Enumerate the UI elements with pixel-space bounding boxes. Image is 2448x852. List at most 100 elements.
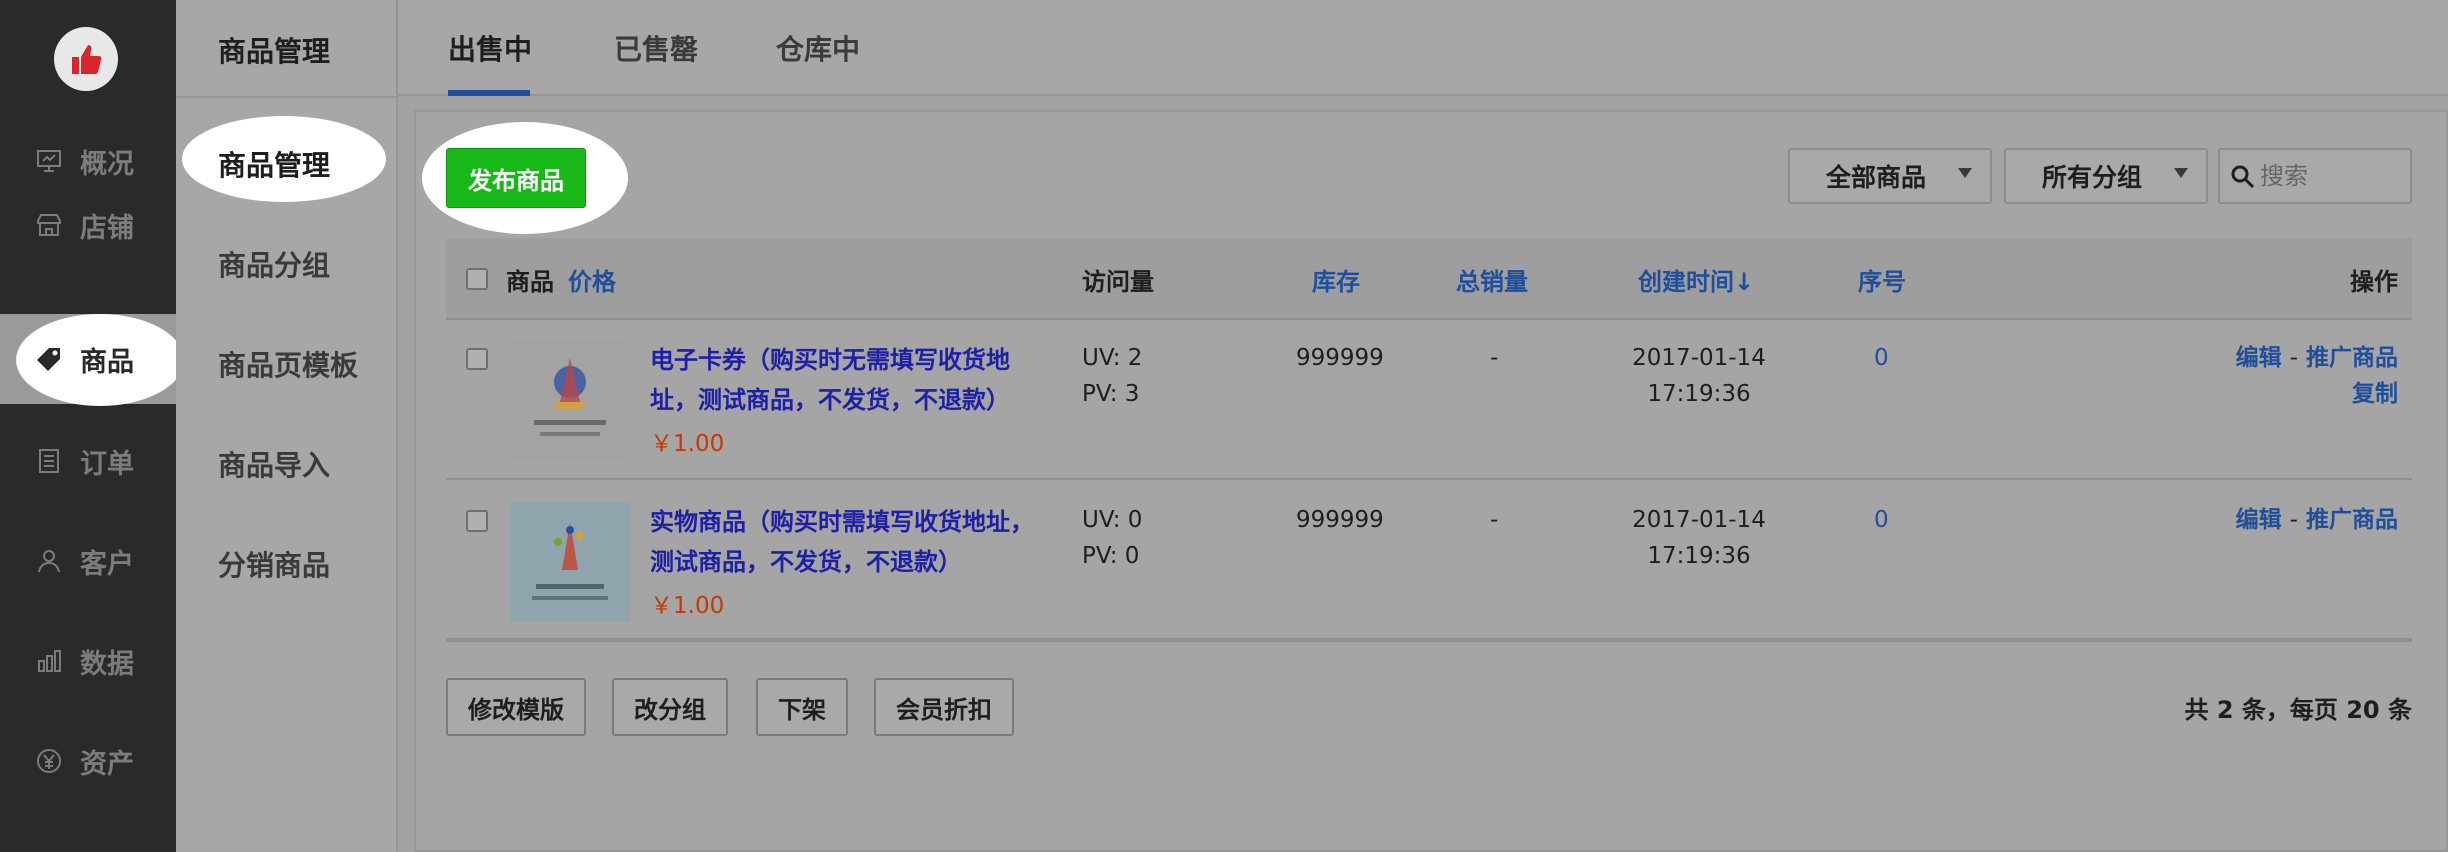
caret-down-icon (2174, 168, 2188, 178)
copy-link[interactable]: 复制 (2352, 381, 2398, 407)
change-group-button[interactable]: 改分组 (612, 678, 728, 736)
tab-active-indicator (448, 90, 530, 96)
product-filter-select[interactable]: 全部商品 (1788, 148, 1992, 204)
product-price: ￥1.00 (650, 431, 725, 457)
row-checkbox[interactable] (466, 348, 488, 370)
sales-value: - (1490, 345, 1499, 371)
take-offshelf-button[interactable]: 下架 (756, 678, 848, 736)
nav-item-data[interactable]: 数据 (0, 616, 176, 706)
table-row: 电子卡券（购买时无需填写收货地址，测试商品，不发货，不退款） ￥1.00 UV:… (446, 320, 2412, 480)
subnav-item-groups[interactable]: 商品分组 (218, 244, 330, 284)
col-order-sort[interactable]: 序号 (1858, 262, 1906, 297)
divider (176, 96, 398, 98)
app: 概况 店铺 商品 订单 客户 数据 资产 商品管理 商品管理 商品分组 商品页模… (0, 0, 2448, 852)
change-template-button[interactable]: 修改模版 (446, 678, 586, 736)
edit-link[interactable]: 编辑 (2236, 507, 2282, 533)
pv-value: PV: 3 (1082, 381, 1140, 407)
search-box[interactable] (2218, 148, 2412, 204)
stock-value: 999999 (1296, 345, 1384, 371)
table-header: 商品 价格 访问量 库存 总销量 创建时间↓ 序号 操作 (446, 238, 2412, 320)
order-value[interactable]: 0 (1874, 502, 1889, 538)
created-time: 17:19:36 (1647, 381, 1751, 407)
subnav-item-distribution[interactable]: 分销商品 (218, 544, 330, 584)
col-sales-sort[interactable]: 总销量 (1456, 262, 1528, 297)
subnav-item-templates[interactable]: 商品页模板 (218, 344, 358, 384)
edit-link[interactable]: 编辑 (2236, 345, 2282, 371)
logo[interactable] (54, 27, 118, 91)
assets-icon (34, 746, 64, 776)
member-discount-button[interactable]: 会员折扣 (874, 678, 1014, 736)
order-value[interactable]: 0 (1874, 340, 1889, 376)
created-cell: 2017-01-14 17:19:36 (1624, 340, 1774, 412)
col-price-sort[interactable]: 价格 (568, 262, 616, 297)
select-value: 所有分组 (2042, 163, 2143, 192)
row-actions: 编辑 - 推广商品 复制 (2236, 340, 2398, 412)
uv-value: UV: 2 (1082, 345, 1143, 371)
main-panel (414, 110, 2448, 852)
tag-icon (34, 344, 64, 374)
caret-down-icon (1958, 168, 1972, 178)
promote-link[interactable]: 推广商品 (2306, 507, 2398, 533)
tab-on-sale[interactable]: 出售中 (448, 28, 532, 68)
nav-label: 资产 (80, 748, 134, 780)
nav-item-store[interactable]: 店铺 (0, 180, 176, 270)
separator: - (2289, 345, 2298, 371)
created-date: 2017-01-14 (1632, 345, 1766, 371)
product-thumbnail[interactable] (510, 502, 630, 622)
secondary-sidebar: 商品管理 商品管理 商品分组 商品页模板 商品导入 分销商品 (176, 0, 398, 852)
created-date: 2017-01-14 (1632, 507, 1766, 533)
col-stock-sort[interactable]: 库存 (1312, 262, 1360, 297)
visits-cell: UV: 2 PV: 3 (1082, 340, 1142, 412)
nav-label: 店铺 (80, 212, 134, 244)
product-thumbnail[interactable] (510, 340, 630, 460)
visits-cell: UV: 0 PV: 0 (1082, 502, 1142, 574)
created-cell: 2017-01-14 17:19:36 (1624, 502, 1774, 574)
thumbs-up-icon (72, 45, 102, 74)
nav-item-products-label[interactable]: 商品 (0, 314, 176, 404)
product-price: ￥1.00 (650, 593, 725, 619)
col-product: 商品 (506, 268, 554, 296)
select-all-checkbox[interactable] (466, 268, 488, 290)
col-visits: 访问量 (1082, 268, 1154, 296)
row-actions: 编辑 - 推广商品 (2236, 502, 2398, 538)
product-name-link[interactable]: 电子卡券（购买时无需填写收货地址，测试商品，不发货，不退款） (650, 340, 1040, 420)
subnav-item-manage[interactable]: 商品管理 (218, 144, 330, 184)
pagination-info: 共 2 条，每页 20 条 (2184, 696, 2412, 724)
pv-value: PV: 0 (1082, 543, 1140, 569)
tab-sold-out[interactable]: 已售罄 (614, 28, 698, 68)
col-created-sort[interactable]: 创建时间↓ (1638, 262, 1754, 297)
created-time: 17:19:36 (1647, 543, 1751, 569)
product-name-link[interactable]: 实物商品（购买时需填写收货地址，测试商品，不发货，不退款） (650, 502, 1040, 582)
promote-link[interactable]: 推广商品 (2306, 345, 2398, 371)
table-row: 实物商品（购买时需填写收货地址，测试商品，不发货，不退款） ￥1.00 UV: … (446, 482, 2412, 642)
row-checkbox[interactable] (466, 510, 488, 532)
group-filter-select[interactable]: 所有分组 (2004, 148, 2208, 204)
store-icon (34, 210, 64, 240)
nav-label: 概况 (80, 148, 134, 180)
nav-item-assets[interactable]: 资产 (0, 716, 176, 806)
nav-item-customers[interactable]: 客户 (0, 516, 176, 606)
primary-sidebar: 概况 店铺 商品 订单 客户 数据 资产 (0, 0, 184, 852)
sales-value: - (1490, 507, 1499, 533)
uv-value: UV: 0 (1082, 507, 1143, 533)
data-icon (34, 646, 64, 676)
overview-icon (34, 146, 64, 176)
subnav-item-import[interactable]: 商品导入 (218, 444, 330, 484)
nav-item-orders[interactable]: 订单 (0, 416, 176, 506)
tab-warehouse[interactable]: 仓库中 (776, 28, 860, 68)
nav-label: 客户 (80, 548, 134, 580)
separator: - (2289, 507, 2298, 533)
nav-label: 订单 (80, 448, 134, 480)
search-icon (2230, 164, 2256, 194)
stock-value: 999999 (1296, 507, 1384, 533)
customer-icon (34, 546, 64, 576)
col-ops: 操作 (2350, 268, 2398, 296)
search-input[interactable] (2260, 162, 2400, 190)
publish-product-button[interactable]: 发布商品 (446, 148, 586, 208)
order-icon (34, 446, 64, 476)
tab-bar: 出售中 已售罄 仓库中 (398, 0, 2448, 96)
subnav-title: 商品管理 (218, 35, 331, 68)
select-value: 全部商品 (1826, 163, 1927, 192)
nav-label: 商品 (80, 346, 134, 378)
nav-label: 数据 (80, 648, 134, 680)
